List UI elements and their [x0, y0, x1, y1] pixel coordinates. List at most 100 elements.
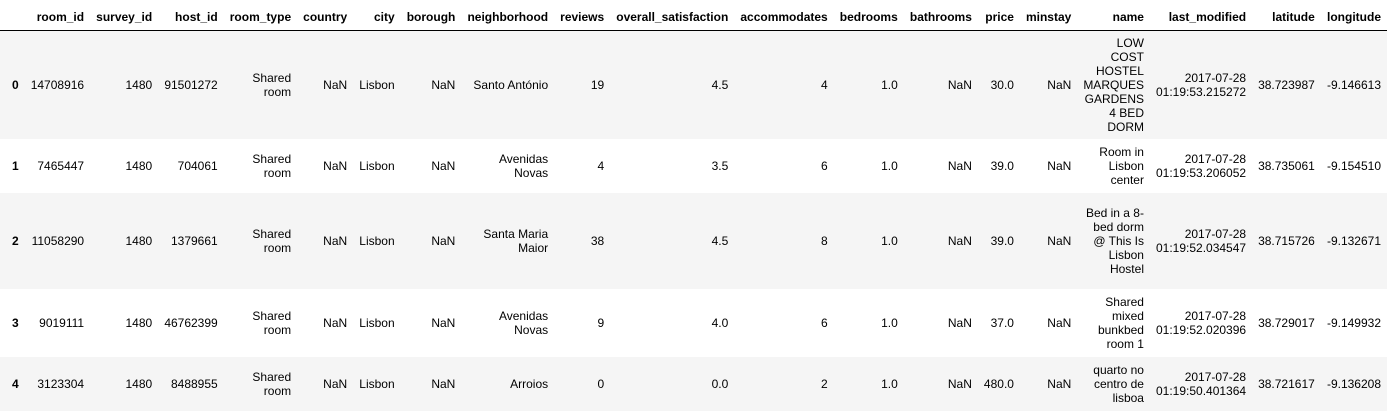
cell-latitude: 38.721617 — [1258, 376, 1315, 391]
cell-overall-satisfaction: 4.5 — [711, 233, 729, 248]
cell-survey-id: 1480 — [125, 376, 153, 391]
cell-survey-id: 1480 — [125, 158, 153, 173]
cell-last-modified: 2017-07-28 01:19:53.215272 — [1155, 70, 1247, 99]
cell-reviews: 38 — [590, 233, 605, 248]
cell-name: LOW COST HOSTEL MARQUES GARDENS 4 BED DO… — [1083, 35, 1144, 134]
cell-accommodates: 6 — [821, 158, 828, 173]
row-index: 3 — [12, 315, 19, 330]
cell-country: NaN — [323, 315, 348, 330]
cell-longitude: -9.132671 — [1326, 233, 1381, 248]
row-index: 2 — [12, 233, 19, 248]
cell-price: 39.0 — [990, 233, 1014, 248]
cell-reviews: 0 — [597, 376, 605, 391]
cell-accommodates: 6 — [821, 315, 828, 330]
header-latitude: latitude — [1252, 4, 1321, 31]
cell-country: NaN — [323, 233, 348, 248]
cell-room-type: Shared room — [252, 151, 292, 180]
table-row: 0 14708916 1480 91501272 Shared room NaN… — [0, 30, 1387, 139]
cell-city: Lisbon — [359, 376, 395, 391]
cell-city: Lisbon — [359, 77, 395, 92]
cell-bedrooms: 1.0 — [881, 233, 898, 248]
cell-longitude: -9.146613 — [1326, 77, 1381, 92]
header-overall-satisfaction: overall_satisfaction — [610, 4, 735, 31]
cell-borough: NaN — [431, 376, 456, 391]
cell-room-type: Shared room — [252, 308, 292, 337]
cell-room-id: 3123304 — [37, 376, 85, 391]
table-row: 4 3123304 1480 8488955 Shared room NaN L… — [0, 356, 1387, 411]
header-borough: borough — [400, 4, 462, 31]
cell-minstay: NaN — [1047, 315, 1072, 330]
header-price: price — [977, 4, 1020, 31]
cell-room-id: 11058290 — [31, 233, 85, 248]
header-last-modified: last_modified — [1149, 4, 1253, 31]
header-neighborhood: neighborhood — [461, 4, 555, 31]
cell-city: Lisbon — [359, 158, 395, 173]
cell-price: 39.0 — [990, 158, 1014, 173]
cell-room-id: 14708916 — [30, 77, 85, 92]
row-index: 0 — [12, 77, 19, 92]
cell-accommodates: 2 — [821, 376, 828, 391]
header-host-id: host_id — [158, 4, 224, 31]
cell-name: Room in Lisbon center — [1099, 144, 1144, 187]
header-room-id: room_id — [24, 4, 91, 31]
cell-minstay: NaN — [1047, 77, 1072, 92]
table-row: 1 7465447 1480 704061 Shared room NaN Li… — [0, 138, 1387, 193]
cell-overall-satisfaction: 4.0 — [711, 315, 729, 330]
cell-room-id: 9019111 — [39, 315, 85, 330]
cell-borough: NaN — [431, 315, 456, 330]
cell-neighborhood: Avenidas Novas — [498, 151, 549, 180]
table-row: 2 11058290 1480 1379661 Shared room NaN … — [0, 192, 1387, 289]
cell-country: NaN — [323, 376, 348, 391]
cell-neighborhood: Avenidas Novas — [498, 308, 549, 337]
cell-longitude: -9.136208 — [1326, 376, 1381, 391]
header-reviews: reviews — [554, 4, 611, 31]
cell-borough: NaN — [431, 77, 456, 92]
cell-borough: NaN — [431, 158, 456, 173]
cell-host-id: 8488955 — [170, 376, 218, 391]
cell-bedrooms: 1.0 — [881, 376, 898, 391]
cell-room-type: Shared room — [252, 226, 292, 255]
cell-name: Shared mixed bunkbed room 1 — [1097, 294, 1144, 351]
cell-price: 37.0 — [990, 315, 1014, 330]
cell-last-modified: 2017-07-28 01:19:52.034547 — [1155, 226, 1247, 255]
cell-last-modified: 2017-07-28 01:19:50.401364 — [1155, 369, 1247, 398]
header-bathrooms: bathrooms — [903, 4, 978, 31]
cell-bathrooms: NaN — [947, 315, 972, 330]
cell-country: NaN — [323, 158, 348, 173]
cell-bathrooms: NaN — [947, 233, 972, 248]
header-index — [0, 4, 25, 31]
cell-host-id: 704061 — [177, 158, 218, 173]
cell-survey-id: 1480 — [125, 77, 153, 92]
cell-latitude: 38.735061 — [1258, 158, 1315, 173]
cell-accommodates: 4 — [821, 77, 828, 92]
cell-longitude: -9.154510 — [1326, 158, 1381, 173]
cell-price: 480.0 — [983, 376, 1014, 391]
cell-name: Bed in a 8-bed dorm @ This Is Lisbon Hos… — [1085, 205, 1144, 276]
cell-survey-id: 1480 — [125, 315, 153, 330]
header-longitude: longitude — [1320, 4, 1387, 31]
cell-name: quarto no centro de lisboa — [1093, 362, 1144, 405]
cell-latitude: 38.729017 — [1258, 315, 1315, 330]
cell-last-modified: 2017-07-28 01:19:53.206052 — [1155, 151, 1247, 180]
header-accommodates: accommodates — [734, 4, 834, 31]
row-index: 4 — [12, 376, 19, 391]
table-row: 3 9019111 1480 46762399 Shared room NaN … — [0, 288, 1387, 357]
cell-reviews: 19 — [590, 77, 605, 92]
header-minstay: minstay — [1019, 4, 1078, 31]
cell-neighborhood: Santo António — [473, 77, 549, 92]
cell-neighborhood: Arroios — [510, 376, 549, 391]
cell-bathrooms: NaN — [947, 158, 972, 173]
cell-city: Lisbon — [359, 233, 395, 248]
cell-overall-satisfaction: 3.5 — [711, 158, 729, 173]
cell-host-id: 91501272 — [164, 77, 218, 92]
cell-city: Lisbon — [359, 315, 395, 330]
cell-bedrooms: 1.0 — [881, 158, 898, 173]
header-row: room_id survey_id host_id room_type coun… — [0, 4, 1387, 31]
table-header: room_id survey_id host_id room_type coun… — [0, 4, 1387, 31]
cell-last-modified: 2017-07-28 01:19:52.020396 — [1155, 308, 1247, 337]
cell-bathrooms: NaN — [947, 77, 972, 92]
cell-accommodates: 8 — [821, 233, 828, 248]
cell-latitude: 38.715726 — [1258, 233, 1315, 248]
header-country: country — [297, 4, 354, 31]
cell-overall-satisfaction: 4.5 — [711, 77, 729, 92]
